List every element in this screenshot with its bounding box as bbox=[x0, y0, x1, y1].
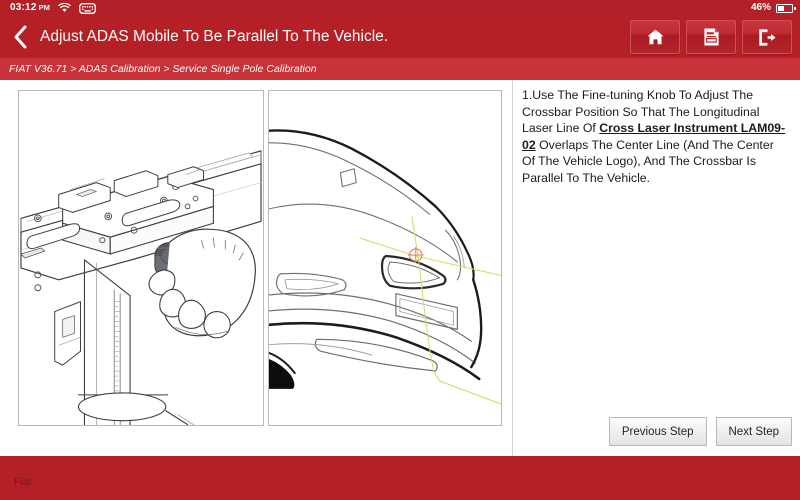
header-bar: Adjust ADAS Mobile To Be Parallel To The… bbox=[0, 16, 800, 58]
fine-tuning-knob-illustration bbox=[18, 90, 264, 426]
footer-brand-label: Fiat bbox=[14, 476, 32, 488]
page-title: Adjust ADAS Mobile To Be Parallel To The… bbox=[40, 28, 389, 46]
instruction-text: 1.Use The Fine-tuning Knob To Adjust The… bbox=[522, 87, 789, 187]
breadcrumb[interactable]: FIAT V36.71 > ADAS Calibration > Service… bbox=[9, 64, 317, 75]
instructions-panel: 1.Use The Fine-tuning Knob To Adjust The… bbox=[513, 80, 800, 456]
keyboard-icon bbox=[78, 2, 96, 14]
status-bar: 03:12 PM 46% bbox=[0, 0, 800, 16]
home-button[interactable] bbox=[630, 20, 680, 54]
chevron-left-icon bbox=[14, 25, 26, 49]
instruction-part2: Overlaps The Center Line (And The Center… bbox=[522, 137, 774, 185]
next-step-button[interactable]: Next Step bbox=[715, 417, 792, 446]
exit-button[interactable] bbox=[742, 20, 792, 54]
content-area: 1.Use The Fine-tuning Knob To Adjust The… bbox=[0, 80, 800, 456]
home-icon bbox=[646, 29, 664, 45]
report-document-icon bbox=[703, 28, 719, 46]
report-button[interactable] bbox=[686, 20, 736, 54]
vehicle-laser-alignment-illustration bbox=[268, 90, 502, 426]
header-actions bbox=[630, 20, 800, 54]
battery-icon bbox=[776, 3, 796, 13]
back-button[interactable] bbox=[0, 16, 40, 58]
battery-percent-label: 46% bbox=[750, 2, 771, 13]
adas-calibration-screen: 03:12 PM 46% Adjust ADAS Mobile To Be Pa… bbox=[0, 0, 800, 500]
illustration-area bbox=[0, 80, 513, 456]
wifi-icon bbox=[58, 3, 71, 13]
previous-step-button[interactable]: Previous Step bbox=[608, 417, 707, 446]
exit-arrow-icon bbox=[759, 28, 776, 46]
status-time: 03:12 bbox=[10, 2, 37, 13]
footer-bar: Fiat bbox=[0, 456, 800, 500]
breadcrumb-bar: FIAT V36.71 > ADAS Calibration > Service… bbox=[0, 58, 800, 80]
instruction-number: 1. bbox=[522, 88, 533, 102]
step-buttons: Previous Step Next Step bbox=[608, 417, 792, 446]
status-time-ampm: PM bbox=[38, 3, 50, 13]
